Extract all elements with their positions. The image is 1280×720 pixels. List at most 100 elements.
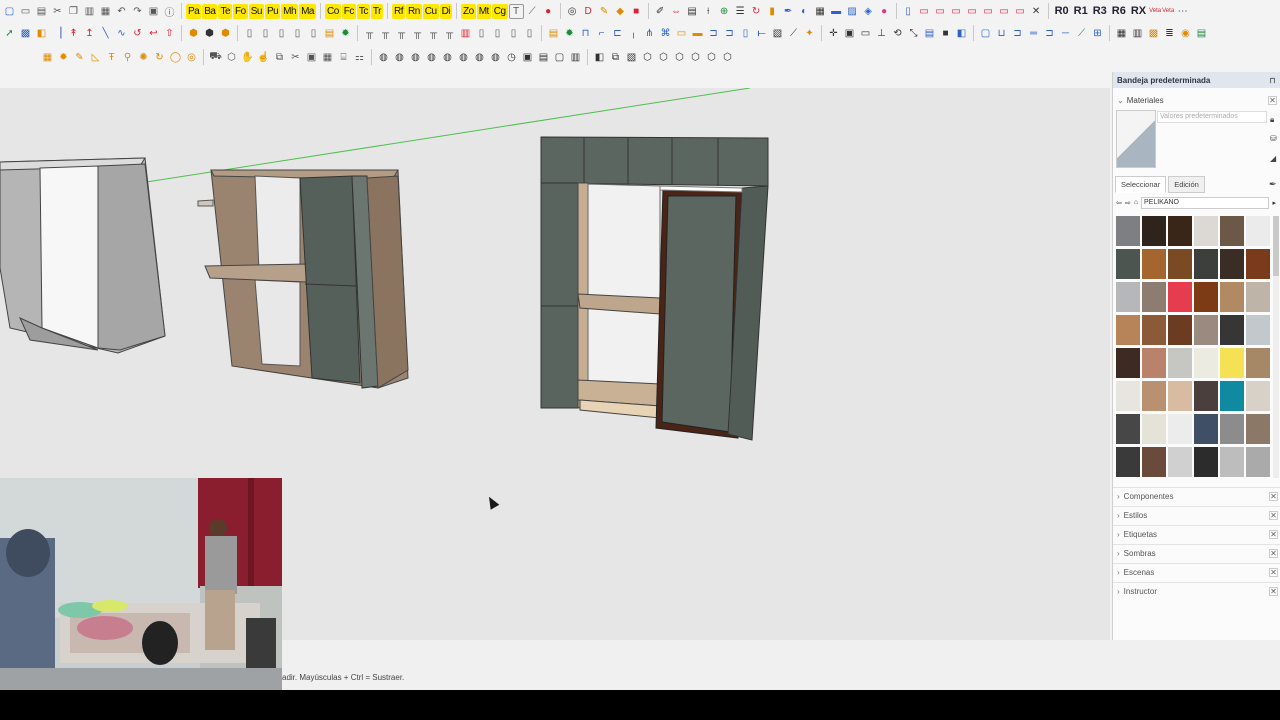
note-icon[interactable]: ▭ [674,26,689,41]
rotate-r0-button[interactable]: R0 [1053,4,1071,19]
select-group-icon[interactable]: ◧ [592,50,607,65]
outline-icon-5[interactable]: ⊐ [1042,26,1057,41]
blue-box-icon[interactable]: ▤ [922,26,937,41]
door-icon-b[interactable]: ▯ [490,26,505,41]
section-instructor[interactable]: › Instructor ✕ [1113,582,1280,600]
hinge-icon[interactable]: ⊓ [578,26,593,41]
material-swatch[interactable] [1168,447,1192,477]
veta-button-2[interactable]: Veta [1162,4,1174,19]
frame-icon-1[interactable]: ▯ [901,4,916,19]
material-swatch[interactable] [1246,282,1270,312]
material-swatch[interactable] [1116,315,1140,345]
material-swatch[interactable] [1168,414,1192,444]
frame-icon-4[interactable]: ▭ [949,4,964,19]
gear-orange-icon[interactable]: ✹ [56,50,71,65]
layers-icon[interactable]: ▤ [546,26,561,41]
material-swatch[interactable] [1142,216,1166,246]
drop-icon[interactable]: ◐ [797,4,812,19]
door-icon-a[interactable]: ▯ [474,26,489,41]
hexa-icon-4[interactable]: ⬡ [688,50,703,65]
open-icon[interactable]: ▭ [18,4,33,19]
materials-close-icon[interactable]: ✕ [1268,95,1277,105]
material-swatch[interactable] [1142,414,1166,444]
sun-icon[interactable]: ✺ [136,50,151,65]
green-stack-icon[interactable]: ▤ [1194,26,1209,41]
material-swatch[interactable] [1168,348,1192,378]
pencil-icon[interactable]: ✎ [597,4,612,19]
material-swatch[interactable] [1220,447,1244,477]
door-icon-c[interactable]: ▯ [506,26,521,41]
materials-header[interactable]: ⌄ Materiales ✕ [1113,92,1280,108]
blue-cube-icon[interactable]: ◧ [954,26,969,41]
rail-icon-2[interactable]: ⊐ [722,26,737,41]
toolbar-label-4[interactable]: Su [248,3,264,19]
car-icon[interactable]: ⛟ [208,50,223,65]
pen-icon[interactable]: ✒ [781,4,796,19]
close-icon[interactable]: ✕ [1269,492,1278,501]
toolbar-label-19[interactable]: T [508,3,524,19]
frame-tool-icon-2[interactable]: ▢ [552,50,567,65]
plugin-icon[interactable]: ⊕ [717,4,732,19]
toolbar-label-9[interactable]: Fc [341,3,356,19]
curve-icon[interactable]: ∿ [114,26,129,41]
section-icon[interactable]: ⧉ [272,50,287,65]
tab-select[interactable]: Seleccionar [1115,176,1167,193]
toolbar-label-11[interactable]: Tr [370,3,383,19]
refresh-icon[interactable]: ↻ [749,4,764,19]
section-components[interactable]: › Componentes ✕ [1113,487,1280,505]
handle-icon[interactable]: ╷ [626,26,641,41]
edge-icon[interactable]: ⌐ [594,26,609,41]
shelf-icon-e[interactable]: ╥ [426,26,441,41]
ring-icon[interactable]: ◎ [184,50,199,65]
material-swatch[interactable] [1168,381,1192,411]
rail-icon[interactable]: ⊐ [706,26,721,41]
move-up-icon[interactable]: ↥ [82,26,97,41]
toolbar-label-17[interactable]: Mt [476,3,491,19]
new-file-icon[interactable]: ▢ [2,4,17,19]
close-icon[interactable]: ✕ [1269,587,1278,596]
library-select[interactable]: PELIKANO [1140,196,1270,209]
triangle-icon[interactable]: ◺ [88,50,103,65]
toolbar-label-14[interactable]: Cu [422,3,439,19]
outline-icon-1[interactable]: ▢ [978,26,993,41]
material-swatch[interactable] [1194,447,1218,477]
pen-orange-icon[interactable]: ✎ [72,50,87,65]
panel-icon[interactable]: ▬ [829,4,844,19]
material-swatch[interactable] [1116,249,1140,279]
material-swatch[interactable] [1246,348,1270,378]
table-icon[interactable]: ▦ [1114,26,1129,41]
material-swatch[interactable] [1194,216,1218,246]
material-swatch[interactable] [1194,414,1218,444]
outline-icon-2[interactable]: ⊔ [994,26,1009,41]
rotate-r3-button[interactable]: R3 [1091,4,1109,19]
hatch-icon[interactable]: ▧ [770,26,785,41]
pin-icon[interactable]: ↟ [66,26,81,41]
material-swatch[interactable] [1194,381,1218,411]
stack-tool-icon[interactable]: ▦ [40,50,55,65]
rotate-r1-button[interactable]: R1 [1072,4,1090,19]
material-swatch[interactable] [1142,381,1166,411]
cube-gray-icon[interactable]: ⬢ [202,26,217,41]
tape-icon[interactable]: ◎ [565,4,580,19]
misc-icon[interactable]: ⋯ [1175,4,1190,19]
rotate-icon[interactable]: ⟲ [890,26,905,41]
export-icon[interactable]: ▤ [685,4,700,19]
copy-icon[interactable]: ❐ [66,4,81,19]
paste-icon[interactable]: ▥ [82,4,97,19]
toolbar-label-3[interactable]: Fo [233,3,248,19]
scroll-thumb[interactable] [1273,216,1279,276]
tray-pin-icon[interactable]: ⊓ [1268,76,1277,85]
grid-icon[interactable]: ▦ [813,4,828,19]
forward-arrow-icon[interactable]: ⇨ [1125,199,1131,207]
shelf-icon-d[interactable]: ╥ [410,26,425,41]
save-icon[interactable]: ▤ [34,4,49,19]
material-swatch[interactable] [1246,315,1270,345]
bulb-icon[interactable]: ◉ [1178,26,1193,41]
cabinet-tool-icon[interactable]: ▤ [536,50,551,65]
wand-icon[interactable]: ⟋ [786,26,801,41]
pdf-icon[interactable]: D [581,4,596,19]
shelf-icon-b[interactable]: ╥ [378,26,393,41]
material-swatch[interactable] [1246,249,1270,279]
cut-list-icon[interactable]: ≣ [1162,26,1177,41]
slot-icon[interactable]: ⊏ [610,26,625,41]
